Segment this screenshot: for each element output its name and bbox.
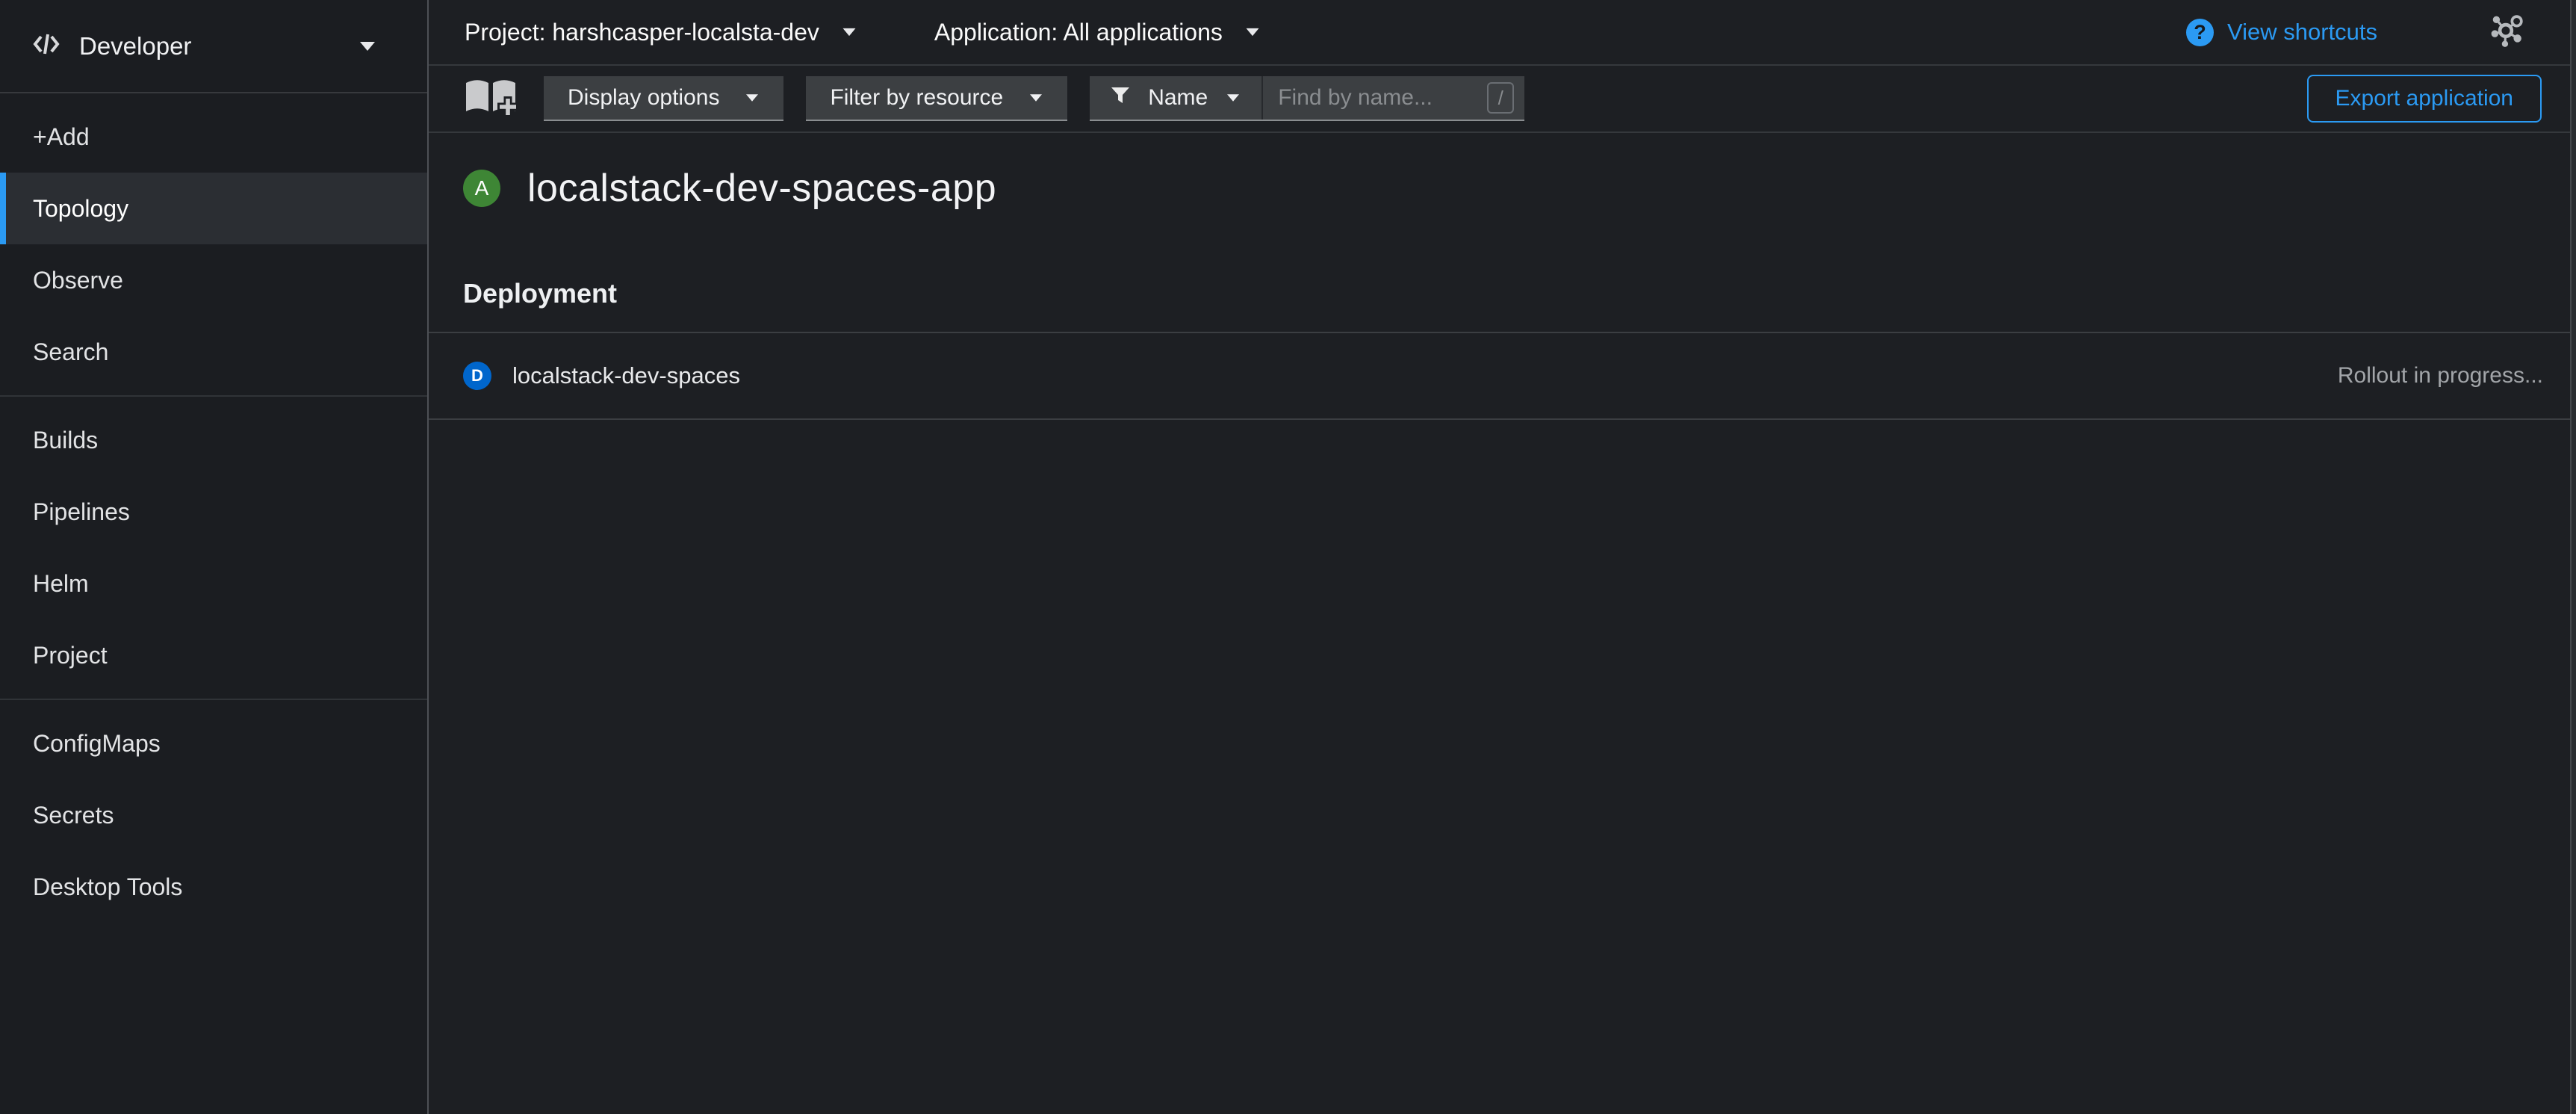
sidebar-item-helm[interactable]: Helm bbox=[0, 548, 427, 619]
chevron-down-icon bbox=[360, 42, 375, 51]
nav-group-main: +Add Topology Observe Search bbox=[0, 93, 427, 397]
application-badge: A bbox=[463, 170, 500, 207]
project-selector[interactable]: Project: harshcasper-localsta-dev bbox=[465, 19, 857, 46]
chevron-down-icon bbox=[1030, 94, 1042, 102]
filter-by-resource-label: Filter by resource bbox=[830, 85, 1003, 111]
find-by-name-input[interactable] bbox=[1263, 76, 1487, 120]
deployment-name-link[interactable]: localstack-dev-spaces bbox=[512, 362, 740, 389]
topology-toolbar: Display options Filter by resource Name bbox=[429, 66, 2576, 133]
application-group-header: A localstack-dev-spaces-app bbox=[429, 166, 2576, 211]
application-selector-label: Application: All applications bbox=[934, 19, 1223, 46]
sidebar-nav: +Add Topology Observe Search Builds Pipe… bbox=[0, 93, 427, 930]
sidebar-item-pipelines[interactable]: Pipelines bbox=[0, 476, 427, 548]
sidebar-item-add[interactable]: +Add bbox=[0, 101, 427, 173]
section-heading-deployment: Deployment bbox=[429, 278, 2576, 309]
sidebar-item-configmaps[interactable]: ConfigMaps bbox=[0, 708, 427, 779]
sidebar: Developer +Add Topology Observe Search B… bbox=[0, 0, 429, 1114]
perspective-label: Developer bbox=[79, 32, 191, 61]
context-bar-right: ? View shortcuts bbox=[2186, 14, 2524, 51]
topology-list-view: A localstack-dev-spaces-app Deployment D… bbox=[429, 133, 2576, 1114]
slash-key-hint: / bbox=[1487, 82, 1514, 114]
sidebar-item-project[interactable]: Project bbox=[0, 619, 427, 691]
filter-by-resource-dropdown[interactable]: Filter by resource bbox=[806, 76, 1067, 121]
vertical-scrollbar[interactable] bbox=[2570, 0, 2576, 1114]
sidebar-item-secrets[interactable]: Secrets bbox=[0, 779, 427, 851]
name-filter-label: Name bbox=[1148, 85, 1208, 111]
funnel-icon bbox=[1111, 85, 1130, 111]
view-shortcuts-link[interactable]: ? View shortcuts bbox=[2186, 19, 2377, 46]
name-filter-group: Name / bbox=[1090, 76, 1524, 121]
topology-graph-icon bbox=[2489, 14, 2524, 51]
deployment-status: Rollout in progress... bbox=[2338, 363, 2543, 389]
display-options-dropdown[interactable]: Display options bbox=[544, 76, 783, 121]
view-shortcuts-label: View shortcuts bbox=[2227, 19, 2377, 46]
book-plus-icon bbox=[463, 78, 518, 120]
topology-view-toggle[interactable] bbox=[2489, 14, 2524, 51]
name-filter-dropdown[interactable]: Name bbox=[1090, 76, 1263, 120]
context-bar: Project: harshcasper-localsta-dev Applic… bbox=[429, 0, 2576, 66]
sidebar-item-topology[interactable]: Topology bbox=[0, 173, 427, 244]
page-title: localstack-dev-spaces-app bbox=[527, 166, 996, 211]
chevron-down-icon bbox=[1227, 94, 1239, 102]
sidebar-item-observe[interactable]: Observe bbox=[0, 244, 427, 316]
main-area: Project: harshcasper-localsta-dev Applic… bbox=[429, 0, 2576, 1114]
nav-group-build: Builds Pipelines Helm Project bbox=[0, 397, 427, 700]
openshift-console: Developer +Add Topology Observe Search B… bbox=[0, 0, 2576, 1114]
nav-group-config: ConfigMaps Secrets Desktop Tools bbox=[0, 700, 427, 930]
deployment-badge: D bbox=[463, 362, 491, 390]
project-selector-label: Project: harshcasper-localsta-dev bbox=[465, 19, 819, 46]
application-selector[interactable]: Application: All applications bbox=[934, 19, 1260, 46]
code-icon bbox=[33, 32, 60, 60]
chevron-down-icon bbox=[1246, 28, 1258, 36]
quick-search-button[interactable] bbox=[463, 78, 518, 120]
display-options-label: Display options bbox=[568, 85, 719, 111]
sidebar-item-search[interactable]: Search bbox=[0, 316, 427, 388]
deployment-list: D localstack-dev-spaces Rollout in progr… bbox=[429, 332, 2576, 420]
question-circle-icon: ? bbox=[2186, 19, 2214, 46]
sidebar-item-desktop-tools[interactable]: Desktop Tools bbox=[0, 851, 427, 923]
chevron-down-icon bbox=[842, 28, 855, 36]
chevron-down-icon bbox=[746, 94, 758, 102]
sidebar-item-builds[interactable]: Builds bbox=[0, 404, 427, 476]
list-item-deployment[interactable]: D localstack-dev-spaces Rollout in progr… bbox=[429, 333, 2576, 418]
perspective-switcher[interactable]: Developer bbox=[0, 0, 427, 93]
export-application-button[interactable]: Export application bbox=[2307, 75, 2542, 123]
